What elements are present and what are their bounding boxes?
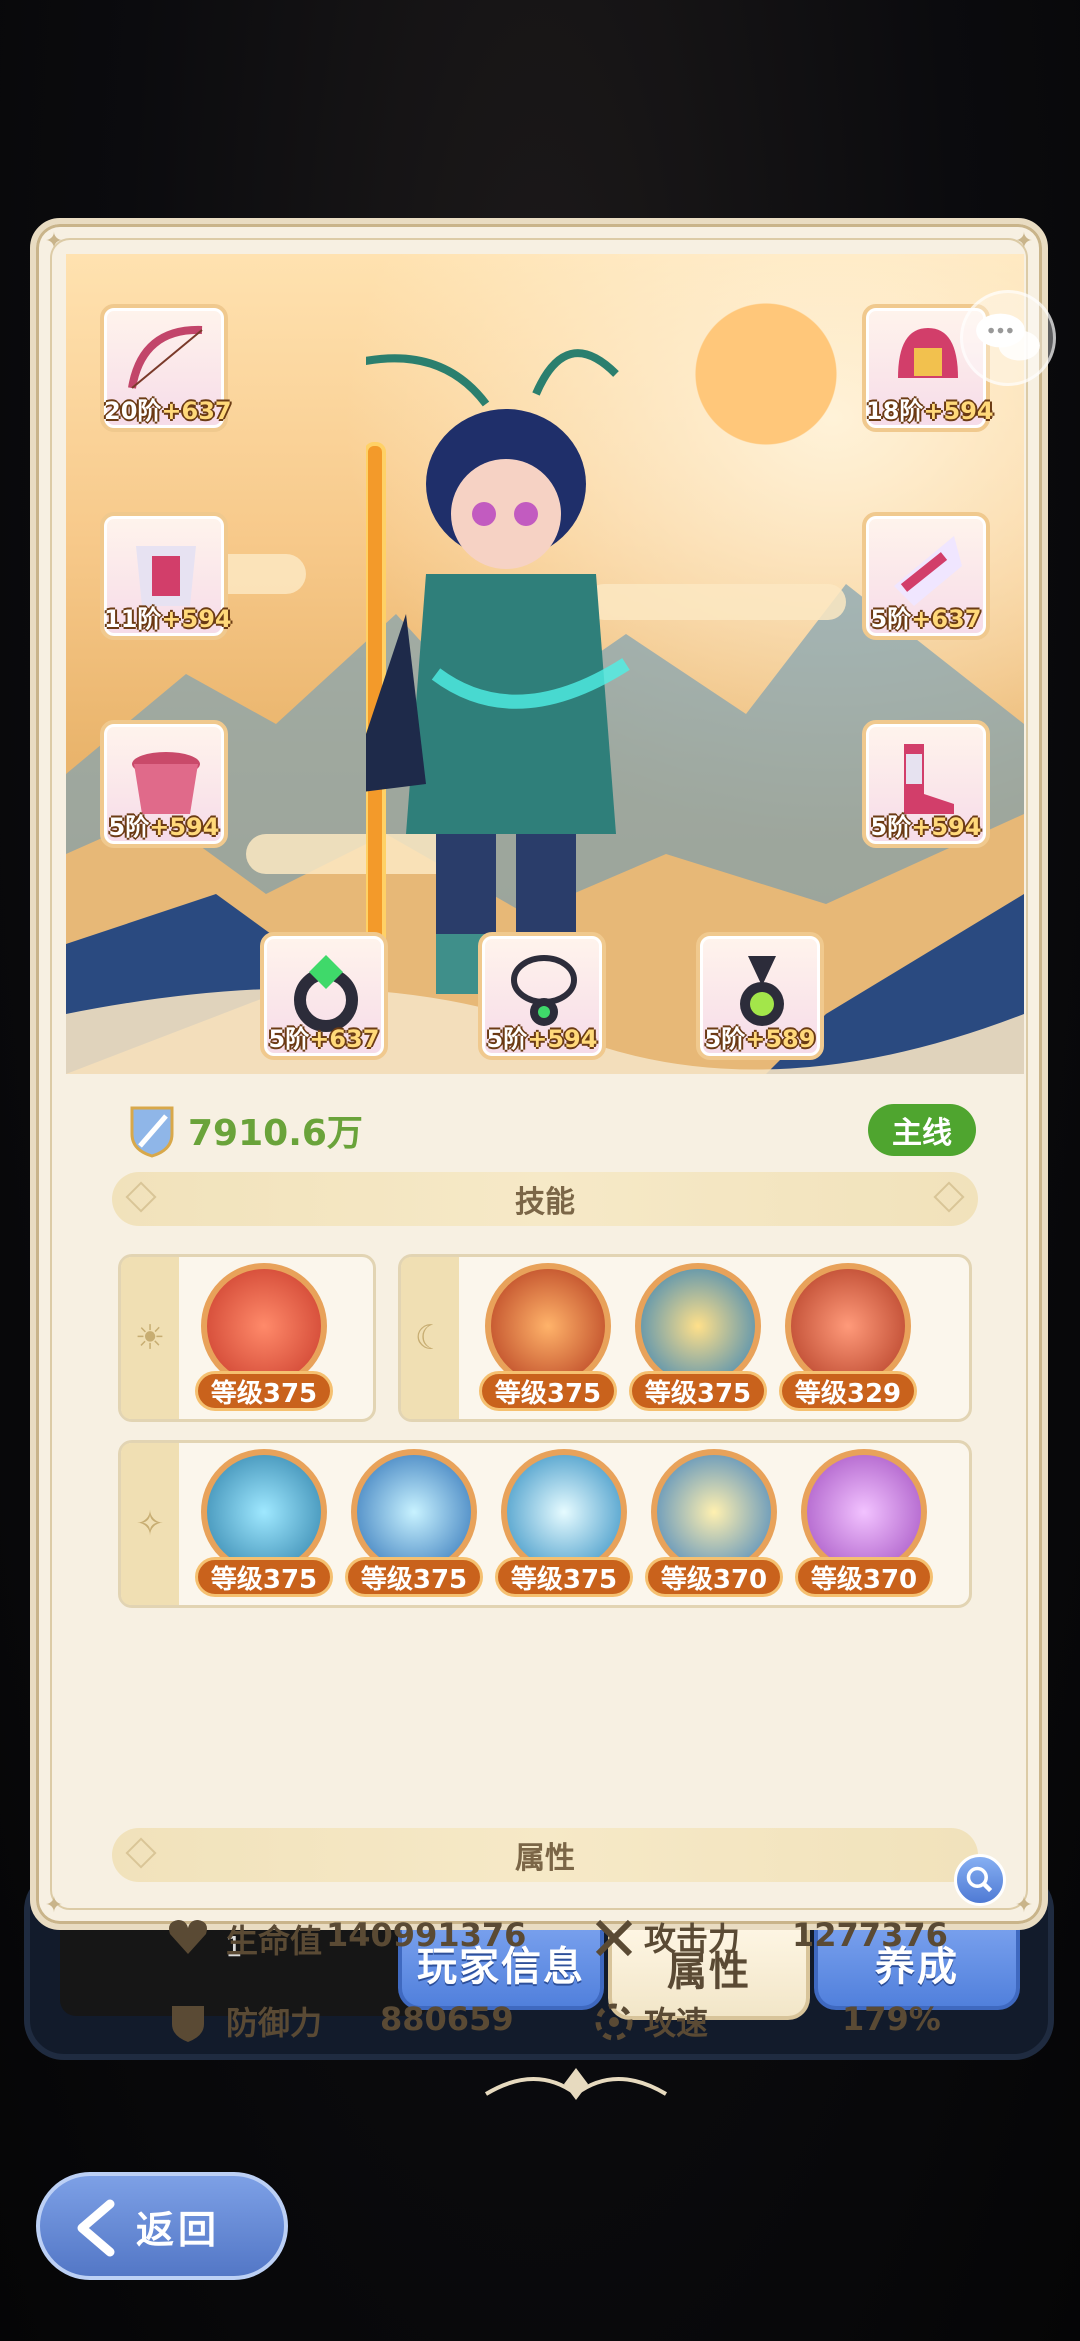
star-icon: ✧ [121,1443,179,1605]
heart-icon [169,1920,207,1954]
skill-level: 等级375 [479,1371,617,1411]
skill-level: 等级375 [195,1557,333,1597]
equip-slot-mask[interactable]: 5阶+637 [862,512,990,640]
skill-level: 等级329 [779,1371,917,1411]
diamond-ornament [125,1837,157,1869]
hp-label: 生命值 [226,1922,323,1960]
attack-speed-icon [595,2003,633,2041]
back-label: 返回 [136,2207,221,2252]
character-card: ✦ ✦ ✦ ✦ 20阶+637 18阶+594 11阶+594 5阶+637 5… [30,218,1048,2100]
combat-power-value: 7910.6万 [188,1113,363,1154]
skill-slot[interactable]: 等级375 [495,1449,633,1609]
star-skill-panel: ✧ 等级375 等级375 等级375 等级370 等级370 [118,1440,972,1608]
defense-label: 防御力 [226,2004,323,2042]
skill-level: 等级375 [629,1371,767,1411]
moon-skill-panel: ☾ 等级375 等级375 等级329 [398,1254,972,1422]
corner-ornament: ✦ [44,1893,64,1918]
equip-level: 5阶+594 [870,813,982,841]
equip-slot-armor[interactable]: 11阶+594 [100,512,232,640]
diamond-ornament [933,1181,965,1213]
skills-header: 技能 [112,1172,978,1226]
skill-level: 等级375 [495,1557,633,1597]
attack-speed-value: 179% [842,2000,941,2038]
equip-level: 18阶+594 [866,397,994,425]
equip-slot-bow[interactable]: 20阶+637 [100,304,232,432]
equip-level: 5阶+594 [108,813,220,841]
back-arrow-icon [77,2199,115,2257]
moon-icon: ☾ [401,1257,459,1419]
skill-slot[interactable]: 等级375 [345,1449,483,1609]
equip-level: 5阶+589 [704,1025,816,1053]
skill-slot[interactable]: 等级370 [645,1449,783,1609]
sun-skill-panel: ☀ 等级375 [118,1254,376,1422]
footer-ornament [484,2068,668,2100]
equip-slot-amulet[interactable]: 5阶+589 [696,932,824,1060]
equip-level: 5阶+637 [268,1025,380,1053]
corner-ornament: ✦ [1014,229,1034,254]
combat-power-icon [130,1106,174,1158]
attributes-header: 属性 [112,1828,978,1882]
attack-speed-label: 攻速 [644,2004,709,2042]
equip-level: 5阶+594 [486,1025,598,1053]
skill-slot[interactable]: 等级375 [195,1449,333,1609]
skill-slot[interactable]: 等级329 [779,1263,917,1423]
equip-slot-ring[interactable]: 5阶+637 [260,932,388,1060]
equip-slot-boots[interactable]: 5阶+594 [862,720,990,848]
skill-slot[interactable]: 等级375 [629,1263,767,1423]
skill-slot[interactable]: 等级370 [795,1449,933,1609]
back-button[interactable]: 返回 [36,2172,288,2280]
diamond-ornament [125,1181,157,1213]
equip-slot-necklace[interactable]: 5阶+594 [478,932,606,1060]
defense-value: 880659 [380,2000,514,2038]
equip-level: 5阶+637 [870,605,982,633]
equip-level: 11阶+594 [104,605,232,633]
attack-value: 1277376 [792,1916,948,1954]
shield-icon [172,2006,204,2042]
skill-slot[interactable]: 等级375 [479,1263,617,1423]
skill-level: 等级375 [195,1371,333,1411]
attributes-title: 属性 [515,1841,575,1876]
skill-level: 等级370 [795,1557,933,1597]
sun-icon: ☀ [121,1257,179,1419]
equip-level: 20阶+637 [104,397,232,425]
attribute-detail-search-icon[interactable] [954,1854,1006,1906]
corner-ornament: ✦ [44,229,64,254]
skills-title: 技能 [515,1185,575,1220]
attack-label: 攻击力 [644,1920,741,1958]
skill-level: 等级375 [345,1557,483,1597]
skill-slot[interactable]: 等级375 [195,1263,333,1423]
chat-bubble-icon[interactable] [960,290,1056,386]
corner-ornament: ✦ [1014,1893,1034,1918]
mainline-badge[interactable]: 主线 [868,1104,976,1156]
skill-level: 等级370 [645,1557,783,1597]
equip-slot-belt[interactable]: 5阶+594 [100,720,228,848]
hp-value: 140991376 [326,1916,527,1954]
character-scene: 20阶+637 18阶+594 11阶+594 5阶+637 5阶+594 5阶… [66,254,1024,1074]
hero-character [366,349,630,994]
crossed-swords-icon [595,1919,633,1957]
